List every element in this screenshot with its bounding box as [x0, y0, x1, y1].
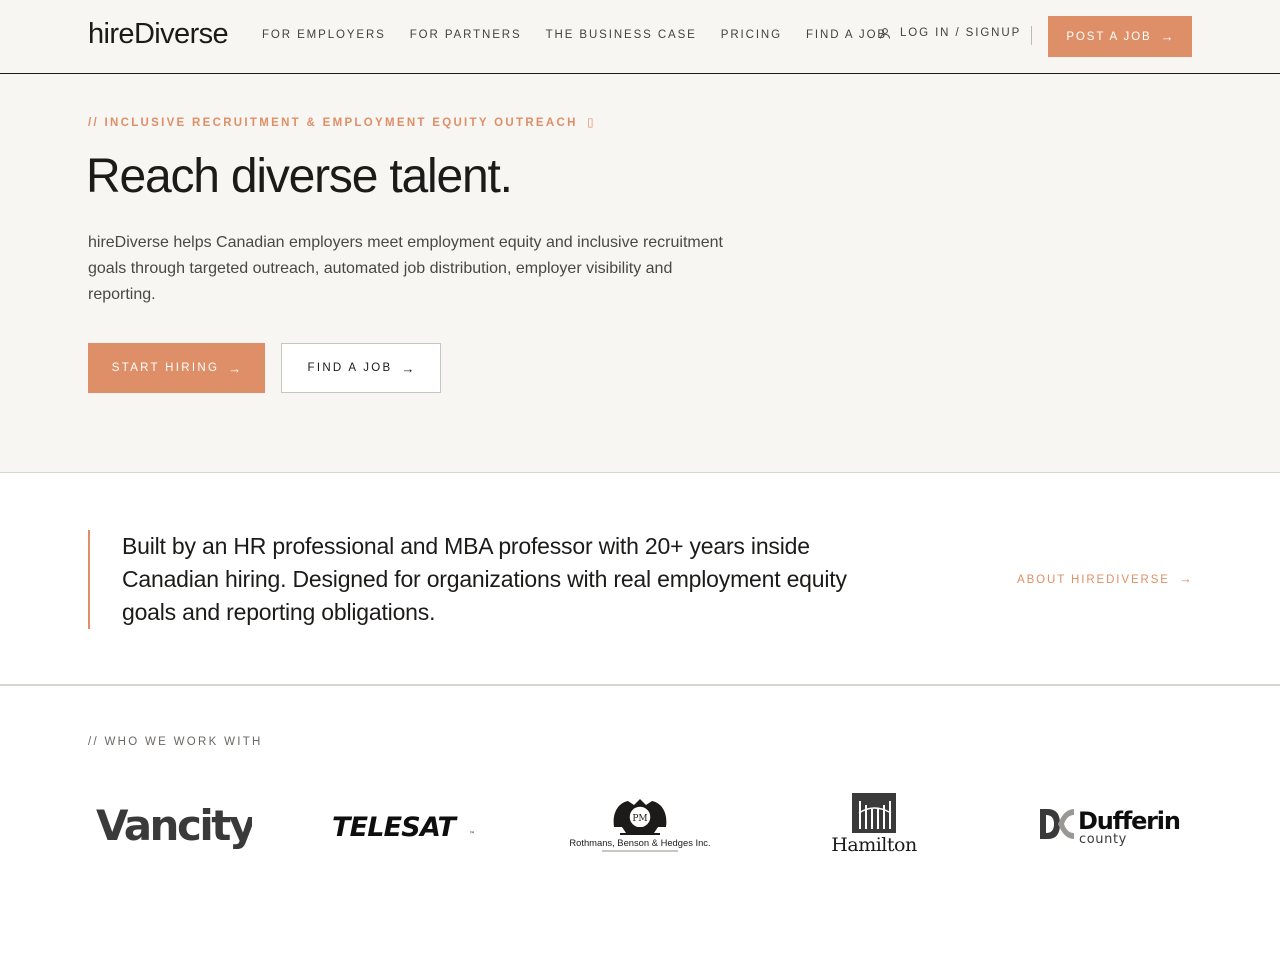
- telesat-logo: TELESAT ™: [332, 812, 475, 843]
- site-logo[interactable]: hireDiverse: [88, 18, 229, 51]
- vancity-logo-text: Vancity: [96, 801, 252, 850]
- hero-title: Reach diverse talent.: [86, 150, 513, 203]
- hero-eyebrow-glyph: ▯: [587, 117, 596, 129]
- telesat-logo-text: TELESAT: [332, 812, 458, 843]
- hero-eyebrow: // INCLUSIVE RECRUITMENT & EMPLOYMENT EQ…: [88, 115, 596, 129]
- find-a-job-button[interactable]: FIND A JOB →: [281, 343, 441, 393]
- user-icon: [880, 28, 890, 39]
- hamilton-logo: Hamilton: [831, 793, 917, 856]
- arrow-right-icon: →: [401, 360, 415, 376]
- about-quote-section: Built by an HR professional and MBA prof…: [0, 473, 1280, 686]
- nav-pricing[interactable]: PRICING: [721, 29, 782, 41]
- vancity-logo: Vancity: [96, 801, 252, 850]
- dufferin-logo-subtext: county: [1079, 832, 1127, 847]
- arrow-right-icon: →: [228, 360, 242, 376]
- find-a-job-label: FIND A JOB: [307, 362, 393, 374]
- start-hiring-label: START HIRING: [111, 362, 220, 374]
- nav-find-a-job[interactable]: FIND A JOB: [806, 29, 887, 41]
- site-header: hireDiverse FOR EMPLOYERS FOR PARTNERS T…: [0, 0, 1280, 74]
- about-quote: Built by an HR professional and MBA prof…: [122, 533, 847, 625]
- post-job-button[interactable]: POST A JOB →: [1048, 16, 1192, 57]
- nav-business-case[interactable]: THE BUSINESS CASE: [546, 29, 697, 41]
- about-hirediverse-link[interactable]: ABOUT HIREDIVERSE →: [1017, 571, 1192, 586]
- partner-logo-hamilton: Hamilton: [828, 788, 920, 860]
- partner-logo-vancity: Vancity: [92, 788, 252, 860]
- partner-logo-dufferin: Dufferin county: [1036, 788, 1182, 860]
- post-job-label: POST A JOB: [1066, 30, 1152, 43]
- telesat-trademark: ™: [469, 831, 475, 838]
- rothmans-crest-logo: PM Rothmans, Benson & Hedges Inc.: [569, 799, 711, 852]
- hero-description: hireDiverse helps Canadian employers mee…: [88, 234, 723, 303]
- main-nav: FOR EMPLOYERS FOR PARTNERS THE BUSINESS …: [262, 29, 911, 41]
- start-hiring-button[interactable]: START HIRING →: [88, 343, 265, 393]
- dufferin-logo-text: Dufferin: [1078, 807, 1180, 835]
- partners-label: // WHO WE WORK WITH: [88, 736, 263, 748]
- dufferin-logo: Dufferin county: [1040, 807, 1181, 847]
- login-label: LOG IN / SIGNUP: [900, 27, 1022, 39]
- login-signup-link[interactable]: LOG IN / SIGNUP: [879, 27, 1021, 39]
- rothmans-monogram: PM: [632, 814, 647, 824]
- quote-accent-bar: [88, 530, 90, 629]
- arrow-right-icon: →: [1160, 29, 1174, 44]
- hamilton-logo-text: Hamilton: [831, 834, 917, 856]
- partners-section: // WHO WE WORK WITH Vancity TELESAT ™ PM…: [0, 688, 1280, 960]
- arrow-right-icon: →: [1179, 571, 1192, 586]
- about-link-label: ABOUT HIREDIVERSE: [1017, 574, 1170, 586]
- partner-logo-telesat: TELESAT ™: [330, 788, 480, 860]
- nav-divider: [1031, 26, 1032, 45]
- rothmans-logo-text: Rothmans, Benson & Hedges Inc.: [569, 837, 710, 848]
- partner-logo-rothmans: PM Rothmans, Benson & Hedges Inc.: [562, 788, 718, 860]
- nav-for-partners[interactable]: FOR PARTNERS: [410, 29, 522, 41]
- hero-section: // INCLUSIVE RECRUITMENT & EMPLOYMENT EQ…: [0, 74, 1280, 473]
- hero-eyebrow-text: // INCLUSIVE RECRUITMENT & EMPLOYMENT EQ…: [88, 117, 578, 129]
- nav-for-employers[interactable]: FOR EMPLOYERS: [262, 29, 386, 41]
